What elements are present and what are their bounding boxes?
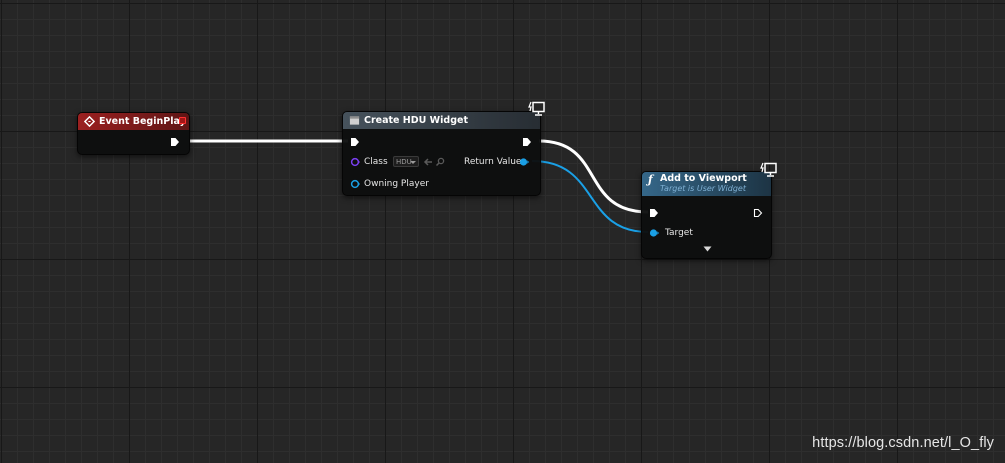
client-only-monitor-icon-2 bbox=[760, 162, 777, 177]
return-value-pin[interactable] bbox=[519, 157, 529, 167]
add-to-viewport-exec-in-pin[interactable] bbox=[649, 208, 659, 218]
create-widget-exec-out-pin[interactable] bbox=[522, 137, 532, 147]
owning-player-pin[interactable] bbox=[350, 179, 360, 189]
return-value-pin-label: Return Value bbox=[464, 157, 522, 167]
widget-window-icon bbox=[349, 116, 360, 125]
event-beginplay-header[interactable]: Event BeginPlay bbox=[78, 113, 189, 130]
target-pin-label: Target bbox=[665, 228, 693, 238]
add-to-viewport-title: Add to Viewport bbox=[660, 173, 747, 184]
target-pin[interactable] bbox=[649, 228, 659, 238]
create-widget-title: Create HDU Widget bbox=[364, 115, 468, 126]
create-widget-exec-in-pin[interactable] bbox=[350, 137, 360, 147]
create-widget-node[interactable]: Create HDU Widget Class HDU Return Value bbox=[342, 111, 541, 196]
wire-layer bbox=[189, 139, 649, 233]
use-selected-arrow-icon[interactable] bbox=[423, 157, 433, 167]
create-widget-header[interactable]: Create HDU Widget bbox=[343, 112, 540, 129]
event-beginplay-node[interactable]: Event BeginPlay bbox=[77, 112, 190, 155]
object-wire-return-to-target[interactable] bbox=[531, 160, 649, 233]
add-to-viewport-exec-out-pin[interactable] bbox=[753, 208, 763, 218]
blueprint-graph-canvas[interactable]: Event BeginPlay Create HDU Widget Class bbox=[0, 0, 1005, 463]
expand-advanced-arrow-icon[interactable] bbox=[703, 246, 712, 252]
class-pin[interactable] bbox=[350, 157, 360, 167]
chevron-down-icon bbox=[410, 161, 416, 164]
event-beginplay-title: Event BeginPlay bbox=[99, 116, 186, 127]
add-to-viewport-header[interactable]: ƒ Add to Viewport Target is User Widget bbox=[642, 172, 771, 196]
owning-player-pin-label: Owning Player bbox=[364, 179, 429, 189]
class-select-dropdown[interactable]: HDU bbox=[393, 156, 419, 167]
client-only-monitor-icon bbox=[528, 101, 545, 116]
watermark-text: https://blog.csdn.net/l_O_fly bbox=[812, 435, 994, 451]
beginplay-exec-out-pin[interactable] bbox=[170, 137, 180, 147]
browse-search-icon[interactable] bbox=[435, 157, 445, 167]
add-to-viewport-node[interactable]: ƒ Add to Viewport Target is User Widget … bbox=[641, 171, 772, 259]
exec-wire-create-to-viewport[interactable] bbox=[538, 139, 649, 214]
event-delegate-pin-icon[interactable] bbox=[179, 117, 186, 124]
event-diamond-icon bbox=[84, 116, 95, 127]
add-to-viewport-subtitle: Target is User Widget bbox=[660, 184, 746, 193]
function-icon: ƒ bbox=[648, 173, 653, 186]
class-pin-label: Class bbox=[364, 157, 388, 167]
